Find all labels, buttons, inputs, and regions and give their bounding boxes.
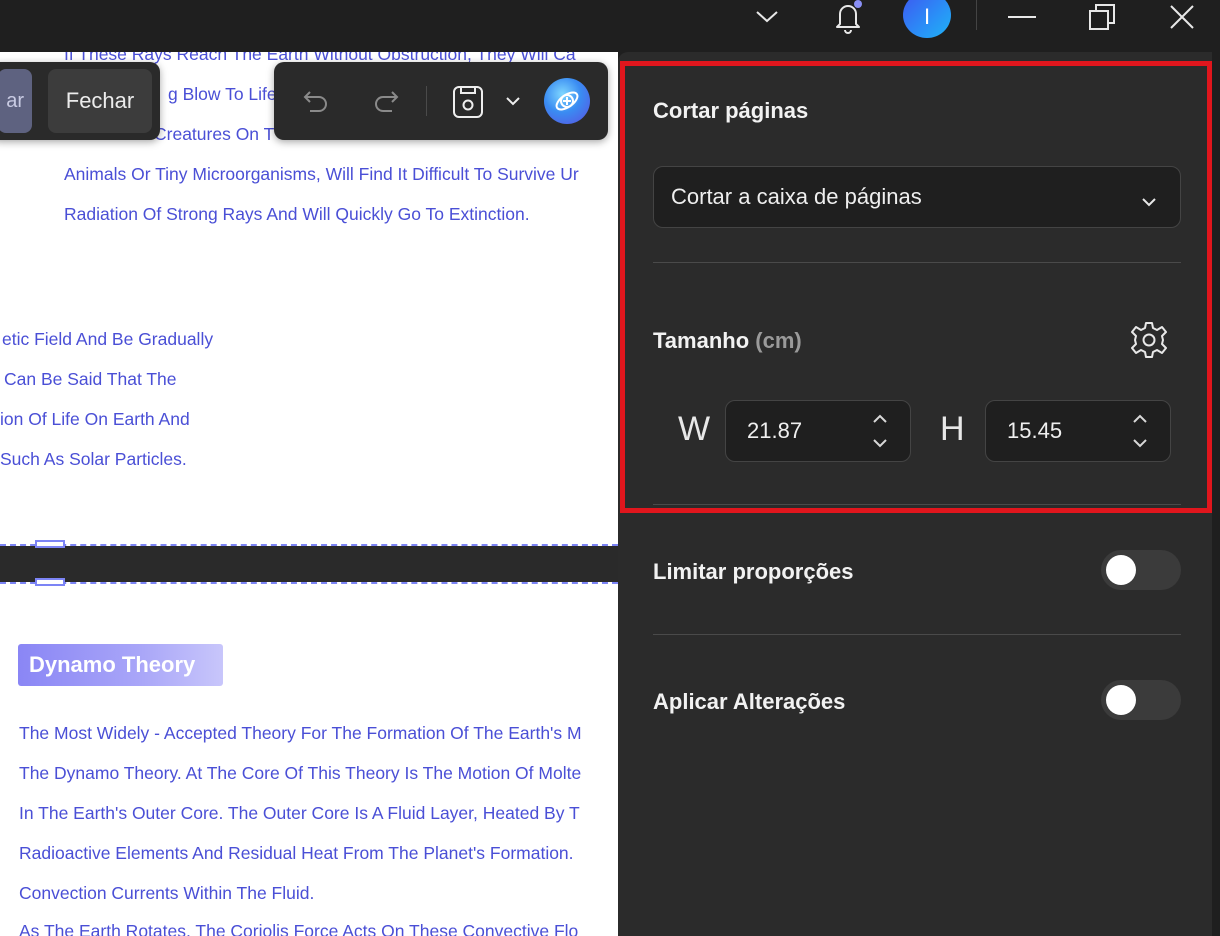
doc-text-line: Radioactive Elements And Residual Heat F…	[19, 843, 574, 863]
doc-text-line: The Dynamo Theory. At The Core Of This T…	[19, 763, 582, 783]
apply-changes-label: Aplicar Alterações	[653, 689, 846, 714]
crop-mode-dropdown[interactable]: Cortar a caixa de páginas	[653, 166, 1181, 228]
toggle-knob	[1106, 685, 1136, 715]
close-button[interactable]: Fechar	[48, 69, 152, 133]
doc-text-line: Such As Solar Particles.	[0, 449, 187, 469]
crop-pages-title: Cortar páginas	[653, 98, 809, 123]
section-divider	[653, 634, 1181, 635]
width-input[interactable]: 21.87	[725, 400, 911, 462]
size-unit: (cm)	[755, 328, 802, 353]
undo-icon[interactable]	[296, 80, 336, 122]
limit-proportions-toggle[interactable]	[1101, 550, 1181, 590]
crop-boundary-bottom[interactable]	[0, 582, 618, 584]
doc-text-line: The Most Widely - Accepted Theory For Th…	[19, 723, 582, 743]
ai-assistant-icon[interactable]	[544, 78, 590, 124]
doc-text-line: As The Earth Rotates, The Coriolis Force…	[19, 921, 579, 936]
chevron-down-icon[interactable]	[746, 0, 788, 34]
toggle-knob	[1106, 555, 1136, 585]
doc-text-line: Convection Currents Within The Fluid.	[19, 883, 315, 903]
chevron-up-icon[interactable]	[873, 414, 887, 423]
height-letter: H	[940, 410, 965, 448]
doc-text-line: g Blow To Life	[168, 84, 277, 104]
chevron-down-icon[interactable]	[1133, 439, 1147, 448]
save-options-chevron-icon[interactable]	[502, 80, 524, 122]
chevron-down-icon	[1142, 187, 1156, 213]
doc-text-line: ion Of Life On Earth And	[0, 409, 190, 429]
doc-text-line: Radiation Of Strong Rays And Will Quickl…	[64, 204, 530, 224]
section-divider	[653, 504, 1181, 505]
gear-icon[interactable]	[1127, 318, 1171, 362]
minimize-icon[interactable]	[1000, 0, 1044, 34]
redo-icon[interactable]	[366, 80, 406, 122]
crop-mode-value: Cortar a caixa de páginas	[671, 184, 922, 209]
restore-window-icon[interactable]	[1080, 0, 1124, 34]
title-bar: I	[0, 0, 1220, 52]
width-stepper[interactable]	[872, 414, 888, 448]
toolbar-separator	[426, 86, 427, 116]
width-value: 21.87	[747, 418, 803, 443]
height-input[interactable]: 15.45	[985, 400, 1171, 462]
notification-dot	[854, 0, 862, 8]
width-letter: W	[678, 410, 711, 448]
edit-toolbar	[274, 62, 608, 140]
doc-text-line: In The Earth's Outer Core. The Outer Cor…	[19, 803, 580, 823]
chevron-down-icon[interactable]	[873, 439, 887, 448]
crop-handle-top[interactable]	[35, 540, 65, 548]
apply-crop-button[interactable]: ar	[0, 69, 32, 133]
crop-action-toolbar: ar Fechar	[0, 62, 160, 140]
crop-handle-bottom[interactable]	[35, 578, 65, 586]
document-page: If These Rays Reach The Earth Without Ob…	[0, 52, 618, 936]
doc-text-line: etic Field And Be Gradually	[2, 329, 214, 349]
height-value: 15.45	[1007, 418, 1063, 443]
section-divider	[653, 262, 1181, 263]
doc-text-line: Can Be Said That The	[4, 369, 177, 389]
apply-changes-toggle[interactable]	[1101, 680, 1181, 720]
save-icon[interactable]	[448, 80, 488, 122]
doc-text-line: Creatures On T	[154, 124, 275, 144]
notification-bell-icon[interactable]	[826, 0, 870, 34]
user-avatar[interactable]: I	[903, 0, 951, 38]
chevron-up-icon[interactable]	[1133, 414, 1147, 423]
page-gap	[0, 546, 618, 582]
section-heading-badge: Dynamo Theory	[18, 644, 223, 686]
doc-text-line: Animals Or Tiny Microorganisms, Will Fin…	[64, 164, 579, 184]
size-label-text: Tamanho	[653, 328, 750, 353]
limit-proportions-label: Limitar proporções	[653, 559, 854, 584]
crop-boundary-top[interactable]	[0, 544, 618, 546]
height-stepper[interactable]	[1132, 414, 1148, 448]
titlebar-separator	[976, 0, 977, 30]
close-window-icon[interactable]	[1160, 0, 1204, 34]
size-label: Tamanho (cm)	[653, 328, 802, 354]
